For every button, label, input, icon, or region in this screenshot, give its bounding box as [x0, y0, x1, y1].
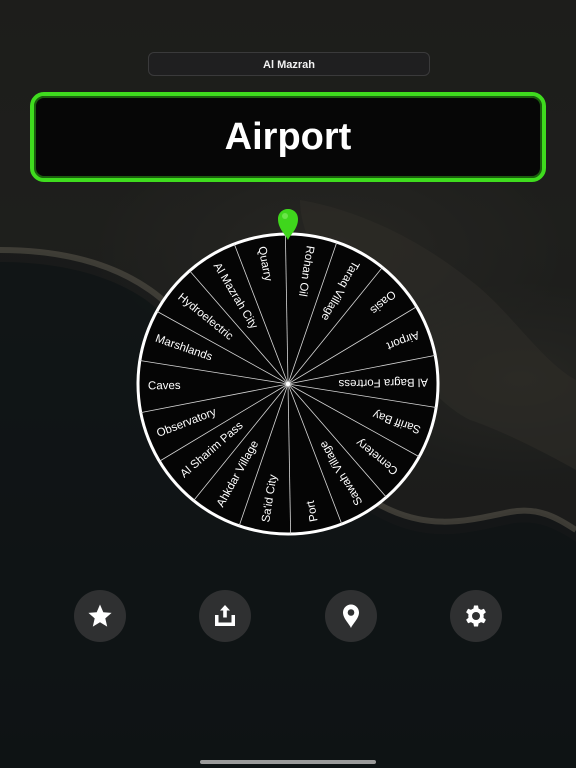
- pointer-highlight: [282, 213, 288, 219]
- favorites-button[interactable]: [74, 590, 126, 642]
- wheel-segment-label: Caves: [148, 380, 181, 393]
- bottom-toolbar: [0, 590, 576, 644]
- map-name-text: Al Mazrah: [263, 59, 315, 71]
- location-pin-icon: [343, 604, 359, 628]
- share-button[interactable]: [199, 590, 251, 642]
- result-display: Airport: [30, 92, 546, 182]
- map-name-label[interactable]: Al Mazrah: [148, 52, 430, 76]
- gear-icon: [466, 605, 486, 627]
- wheel-hub: [286, 382, 290, 386]
- wheel-pointer-icon: [278, 209, 298, 240]
- app-screen: Al Mazrah Airport Rohan Oil Taraq Village…: [0, 0, 576, 768]
- wheel-segment-label: Al Bagra Fortress: [338, 376, 428, 390]
- star-icon: [88, 604, 112, 627]
- result-text: Airport: [224, 116, 352, 158]
- map-select-button[interactable]: [325, 590, 377, 642]
- wheel-graphic[interactable]: Rohan Oil Taraq Village OasisAirportAl Bag…: [134, 230, 442, 538]
- spin-wheel[interactable]: Rohan Oil Taraq Village Oasis Airport Al Bag…: [134, 230, 442, 538]
- pointer-shape: [278, 209, 298, 240]
- share-icon: [215, 605, 235, 626]
- settings-button[interactable]: [450, 590, 502, 642]
- home-indicator[interactable]: [200, 760, 376, 764]
